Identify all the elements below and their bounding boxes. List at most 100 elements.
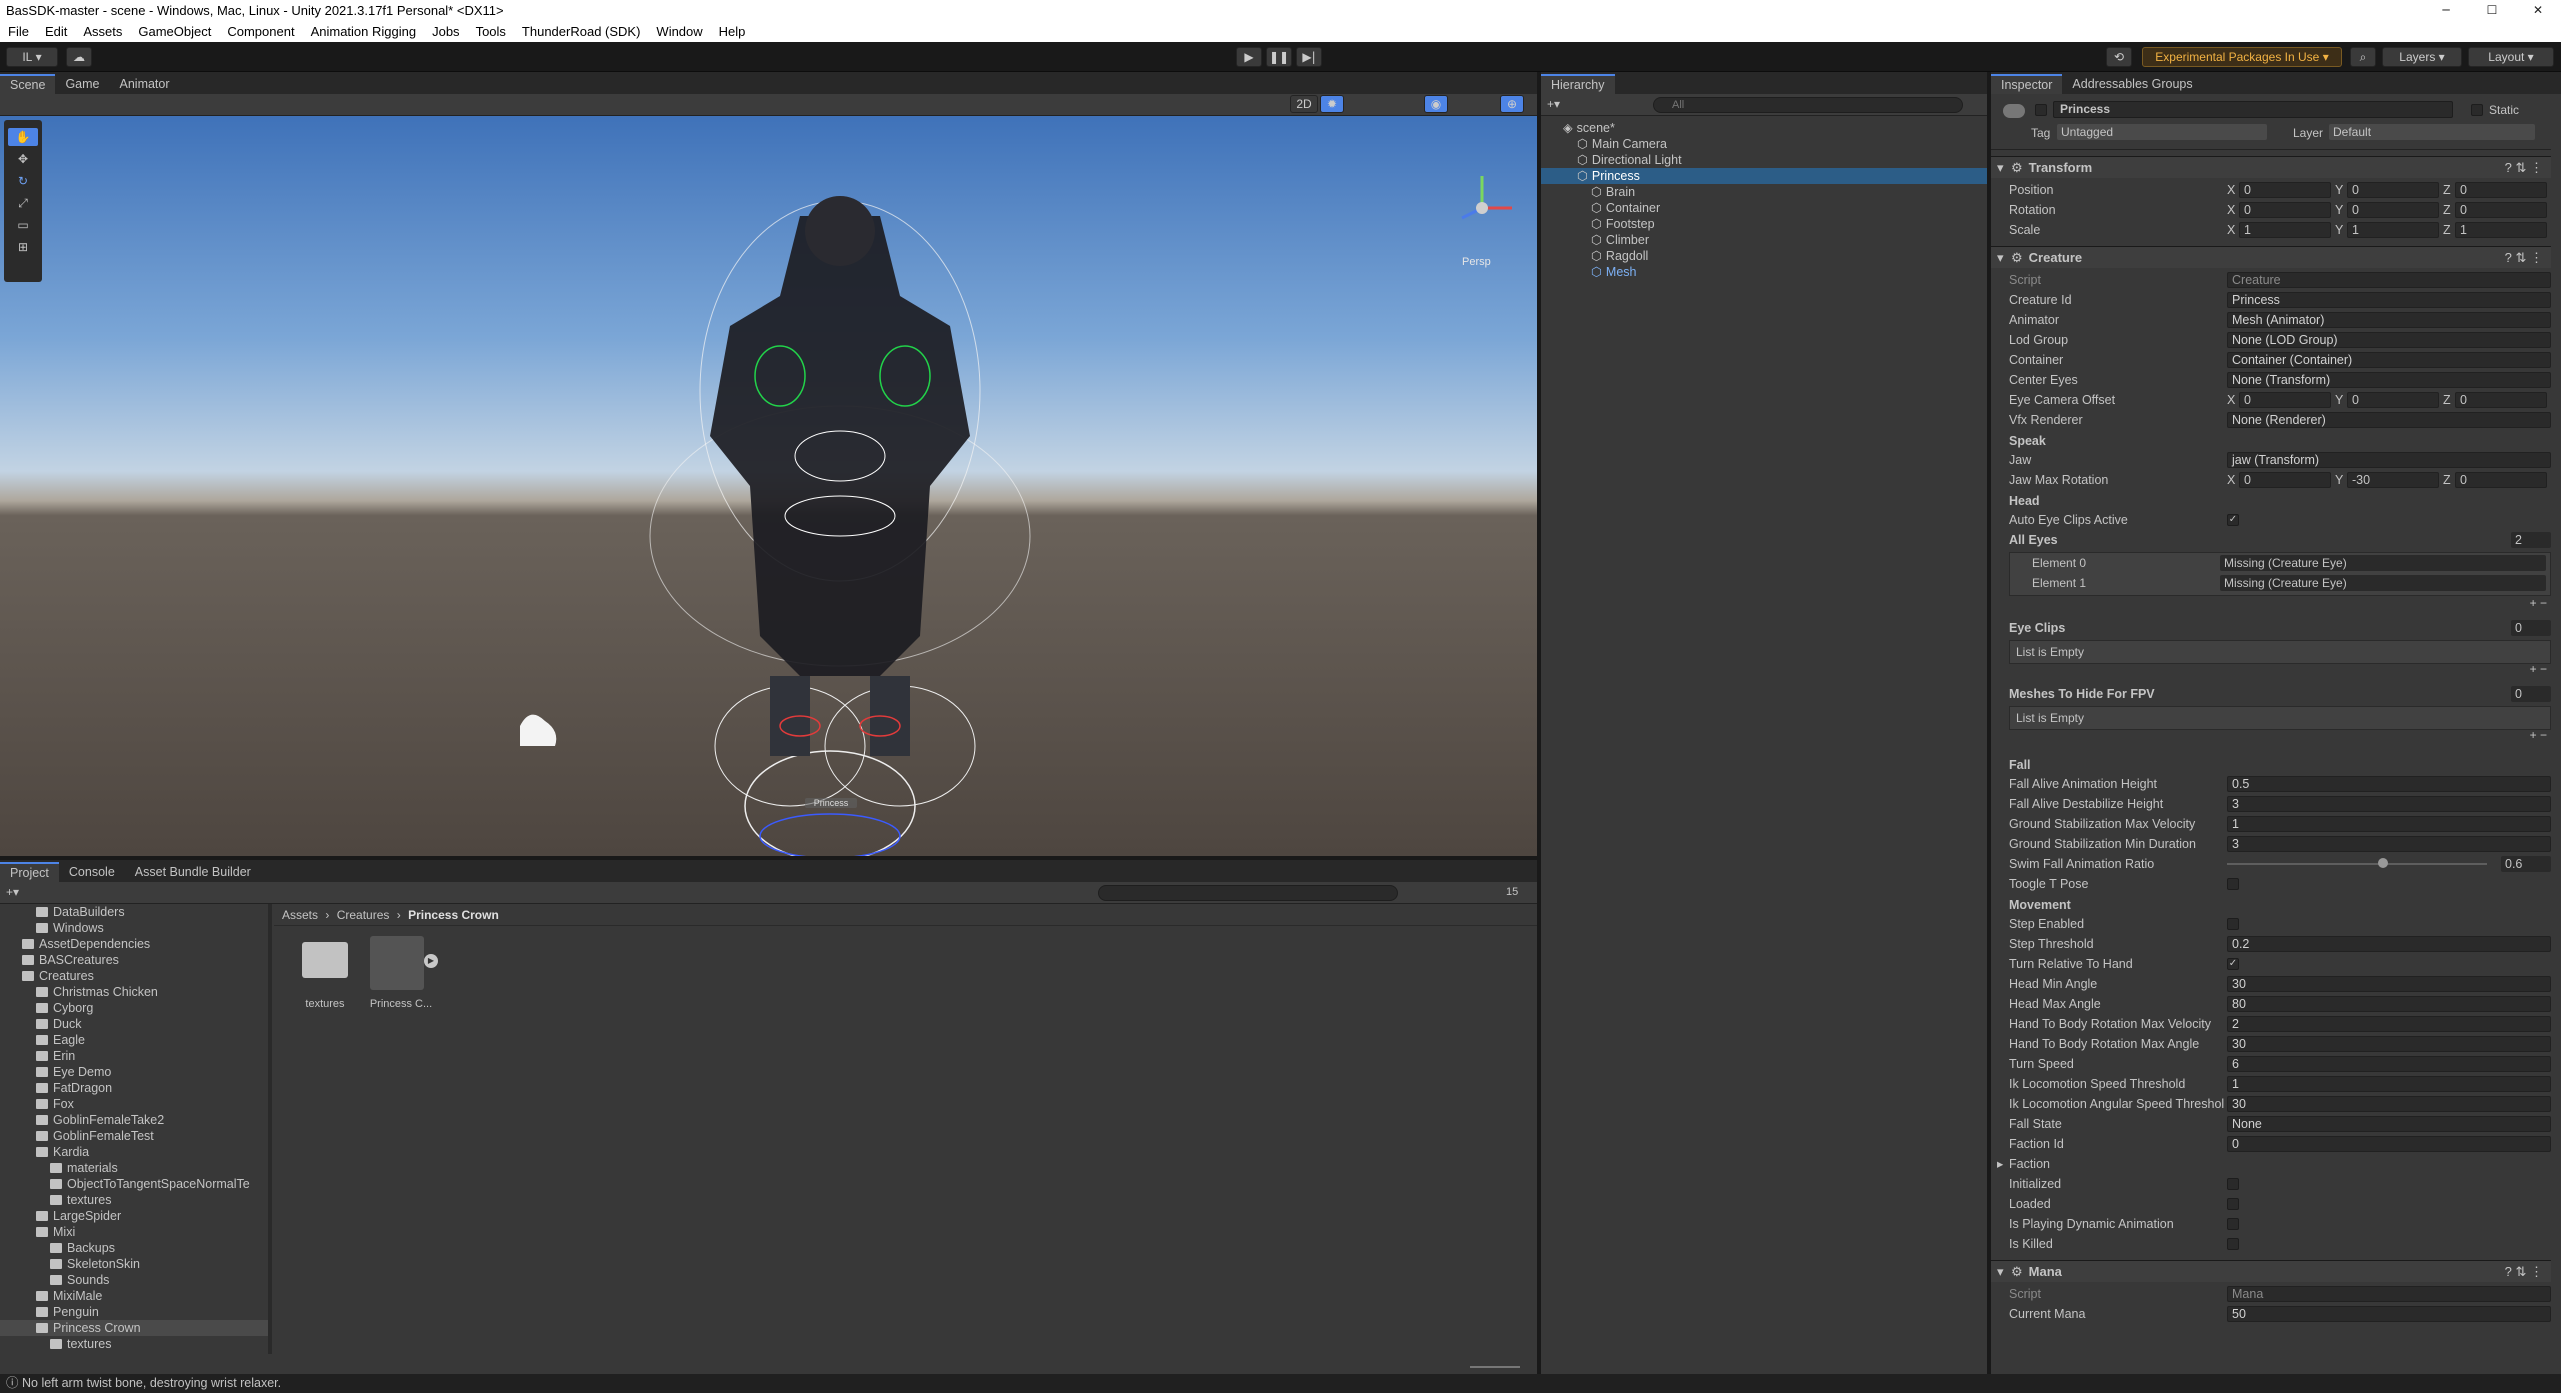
project-search-input[interactable] [1098,885,1398,901]
tab-hierarchy[interactable]: Hierarchy [1541,74,1615,94]
y-field[interactable]: -30 [2347,472,2439,488]
expand-prefab-icon[interactable]: ▶ [424,954,438,968]
component-menu-icon[interactable]: ? ⇅ ⋮ [2505,157,2543,179]
checkbox[interactable] [2227,1198,2239,1210]
field-value[interactable]: 0.2 [2227,936,2551,952]
layer-dropdown[interactable]: Default [2329,124,2535,140]
folder-item[interactable]: Backups [0,1240,268,1256]
scene-viewport[interactable]: Princess Persp ✋ ✥ ↻ ⤢ ▭ ⊞ [0,116,1537,856]
field-value[interactable]: 3 [2227,796,2551,812]
menu-assets[interactable]: Assets [75,24,130,39]
component-menu-icon[interactable]: ? ⇅ ⋮ [2505,1261,2543,1283]
folder-item[interactable]: FatDragon [0,1080,268,1096]
folder-item[interactable]: LargeSpider [0,1208,268,1224]
tab-console[interactable]: Console [59,862,125,882]
breadcrumb-assets[interactable]: Assets [282,908,318,922]
list-add-remove-buttons[interactable]: + − [2507,596,2547,612]
y-field[interactable]: 0 [2347,392,2439,408]
folder-item[interactable]: Princess Crown [0,1320,268,1336]
y-field[interactable]: 1 [2347,222,2439,238]
element-value[interactable]: Missing (Creature Eye) [2220,555,2546,571]
folder-item[interactable]: GoblinFemaleTake2 [0,1112,268,1128]
folder-item[interactable]: Penguin [0,1304,268,1320]
history-icon[interactable]: ⟲ [2106,47,2132,67]
tab-inspector[interactable]: Inspector [1991,74,2063,94]
checkbox[interactable]: ✓ [2227,958,2239,970]
menu-file[interactable]: File [0,24,37,39]
create-asset-button[interactable]: +▾ [6,885,19,899]
folder-item[interactable]: Christmas Chicken [0,984,268,1000]
field-value[interactable]: 3 [2227,836,2551,852]
mana-component-header[interactable]: ▾ ⚙ Mana ? ⇅ ⋮ [1991,1260,2551,1282]
cloud-icon[interactable]: ☁ [66,47,92,67]
maximize-button[interactable]: ☐ [2469,0,2515,21]
folder-item[interactable]: BASCreatures [0,952,268,968]
hierarchy-item[interactable]: ⬡ Footstep [1541,216,1987,232]
tab-game[interactable]: Game [55,74,109,94]
rotate-tool-icon[interactable]: ↻ [8,172,38,190]
folder-item[interactable]: DataBuilders [0,904,268,920]
folder-item[interactable]: Fox [0,1096,268,1112]
field-value[interactable]: None (Renderer) [2227,412,2551,428]
hierarchy-item[interactable]: ⬡ Ragdoll [1541,248,1987,264]
checkbox[interactable] [2227,878,2239,890]
field-value[interactable]: jaw (Transform) [2227,452,2551,468]
y-field[interactable]: 0 [2347,182,2439,198]
slider-track[interactable] [2227,863,2487,865]
folder-item[interactable]: Eye Demo [0,1064,268,1080]
hierarchy-item[interactable]: ⬡ Container [1541,200,1987,216]
folder-item[interactable]: Erin [0,1048,268,1064]
status-message[interactable]: No left arm twist bone, destroying wrist… [22,1376,281,1390]
folder-item[interactable]: Windows [0,920,268,936]
folder-item[interactable]: textures [0,1192,268,1208]
menu-help[interactable]: Help [711,24,754,39]
folder-item[interactable]: textures [0,1336,268,1352]
static-checkbox[interactable] [2471,104,2483,116]
field-value[interactable]: Container (Container) [2227,352,2551,368]
menu-component[interactable]: Component [219,24,302,39]
search-icon[interactable]: ⌕ [2350,47,2376,67]
checkbox[interactable] [2227,1238,2239,1250]
x-field[interactable]: 0 [2239,182,2331,198]
asset-textures-folder[interactable]: textures [294,934,356,1014]
creature-component-header[interactable]: ▾ ⚙ Creature ? ⇅ ⋮ [1991,246,2551,268]
field-value[interactable]: 6 [2227,1056,2551,1072]
gizmos-toggle-icon[interactable]: ⊕ [1500,95,1524,113]
add-object-button[interactable]: +▾ [1547,97,1560,111]
breadcrumb-creatures[interactable]: Creatures [337,908,390,922]
tab-project[interactable]: Project [0,862,59,882]
slider-value[interactable]: 0.6 [2501,856,2551,872]
experimental-packages-button[interactable]: Experimental Packages In Use ▾ [2142,47,2342,67]
field-value[interactable]: None (LOD Group) [2227,332,2551,348]
field-value[interactable]: 0.5 [2227,776,2551,792]
faction-foldout[interactable]: ▸ Faction [1997,1154,2551,1174]
field-value[interactable]: Princess [2227,292,2551,308]
folder-item[interactable]: AssetDependencies [0,936,268,952]
field-value[interactable]: Mesh (Animator) [2227,312,2551,328]
folder-item[interactable]: Rouge [0,1352,268,1354]
close-button[interactable]: ✕ [2515,0,2561,21]
hierarchy-item[interactable]: ⬡ Climber [1541,232,1987,248]
folder-item[interactable]: Duck [0,1016,268,1032]
folder-item[interactable]: ObjectToTangentSpaceNormalTe [0,1176,268,1192]
transform-tool-icon[interactable]: ⊞ [8,238,38,256]
hierarchy-item[interactable]: ◈ scene* [1541,120,1987,136]
minimize-button[interactable]: ─ [2423,0,2469,21]
z-field[interactable]: 0 [2455,182,2547,198]
play-button[interactable]: ▶ [1236,47,1262,67]
folder-item[interactable]: Mixi [0,1224,268,1240]
folder-item[interactable]: Sounds [0,1272,268,1288]
menu-gameobject[interactable]: GameObject [130,24,219,39]
field-value[interactable]: Creature [2227,272,2551,288]
list-add-remove-buttons[interactable]: + − [2507,728,2547,744]
tab-asset-bundle-builder[interactable]: Asset Bundle Builder [125,862,261,882]
2d-toggle[interactable]: 2D [1290,95,1318,113]
folder-item[interactable]: Kardia [0,1144,268,1160]
field-value[interactable]: 80 [2227,996,2551,1012]
foldout-icon[interactable]: ▾ [1997,247,2004,269]
menu-tools[interactable]: Tools [468,24,514,39]
tab-animator[interactable]: Animator [110,74,180,94]
folder-item[interactable]: Creatures [0,968,268,984]
list-count[interactable]: 0 [2511,620,2551,636]
hierarchy-search-input[interactable] [1653,97,1963,113]
